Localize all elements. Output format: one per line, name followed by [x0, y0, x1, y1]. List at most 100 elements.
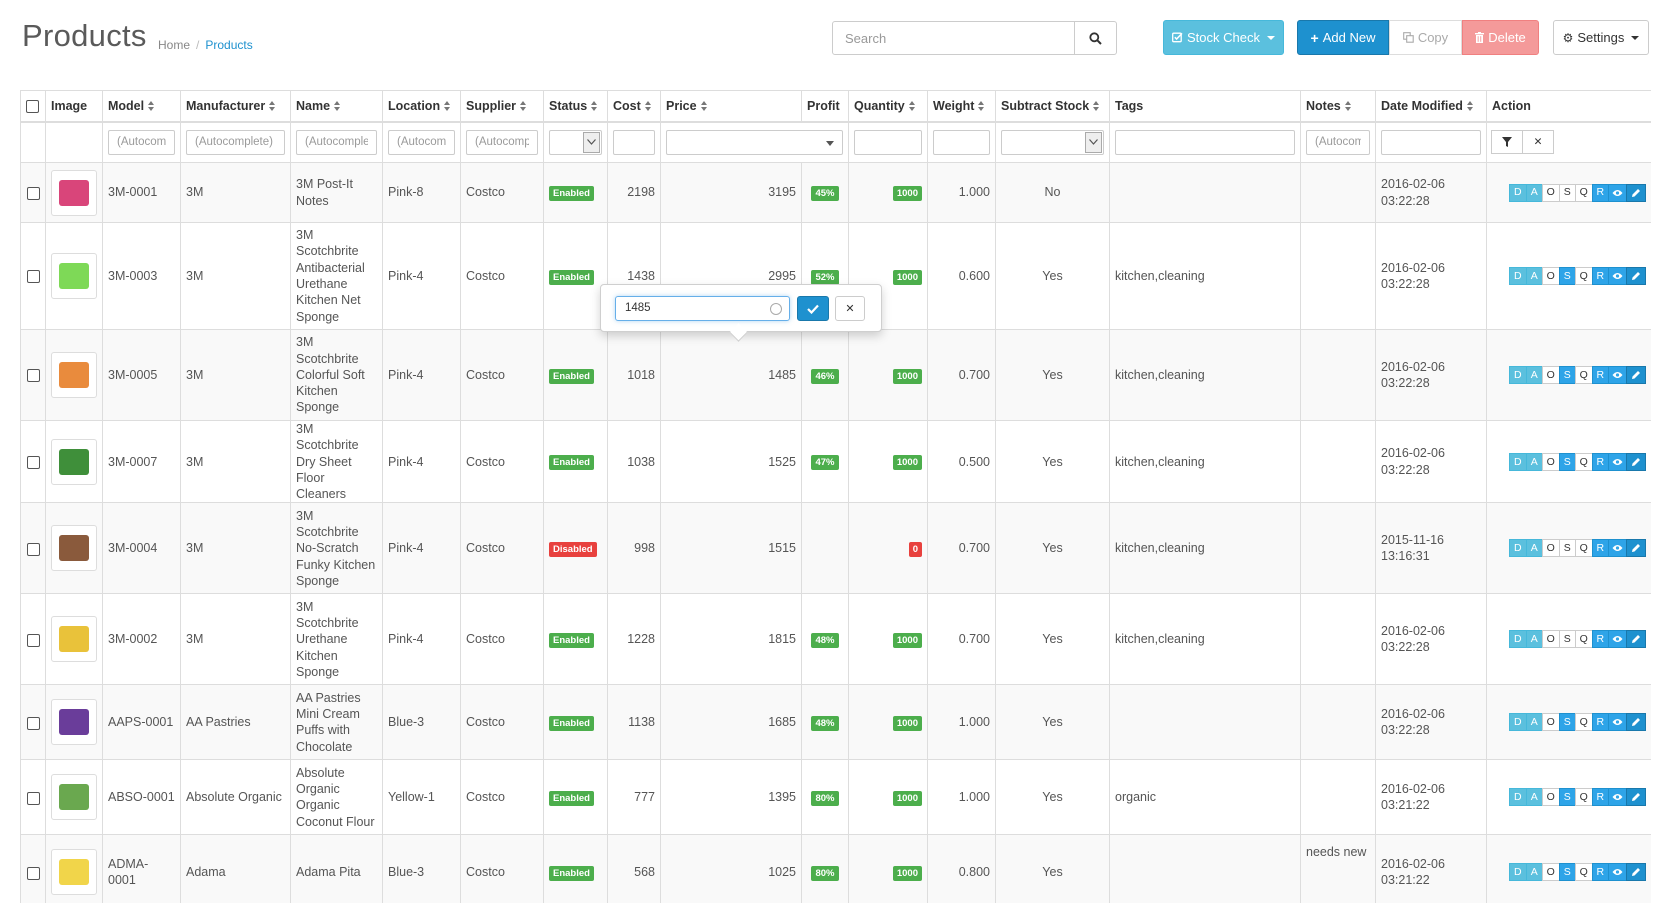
filter-weight-input[interactable]	[933, 129, 990, 155]
cell-model[interactable]: ABSO-0001	[102, 759, 181, 836]
cell-notes[interactable]	[1300, 593, 1376, 686]
cell-name[interactable]: 3M Post-It Notes	[290, 162, 383, 223]
edit-button[interactable]	[1626, 539, 1646, 558]
action-d-button[interactable]: D	[1509, 267, 1527, 285]
cell-status[interactable]: Enabled	[543, 419, 608, 504]
action-q-button[interactable]: Q	[1575, 183, 1593, 202]
cell-subtract-stock[interactable]: Yes	[995, 502, 1110, 595]
copy-button[interactable]: Copy	[1389, 20, 1462, 55]
cell-price[interactable]: 1525	[660, 419, 802, 504]
view-button[interactable]	[1608, 788, 1627, 807]
cell-quantity[interactable]: 1000	[848, 759, 928, 836]
view-button[interactable]	[1608, 366, 1627, 384]
col-notes[interactable]: Notes	[1300, 90, 1376, 123]
action-r-button[interactable]: R	[1591, 452, 1609, 471]
row-checkbox[interactable]	[26, 791, 40, 805]
cell-cost[interactable]: 568	[607, 834, 661, 903]
action-q-button[interactable]: Q	[1575, 713, 1593, 732]
col-manufacturer[interactable]: Manufacturer	[180, 90, 291, 123]
cell-model[interactable]: ADMA-0001	[102, 834, 181, 903]
cell-notes[interactable]	[1300, 162, 1376, 223]
action-q-button[interactable]: Q	[1575, 630, 1593, 649]
view-button[interactable]	[1608, 452, 1627, 471]
breadcrumb-current[interactable]: Products	[205, 38, 252, 52]
action-q-button[interactable]: Q	[1575, 366, 1593, 384]
cell-tags[interactable]	[1109, 684, 1301, 761]
cell-location[interactable]: Pink-4	[382, 222, 461, 330]
cell-quantity[interactable]: 1000	[848, 162, 928, 223]
action-d-button[interactable]: D	[1509, 630, 1527, 649]
action-d-button[interactable]: D	[1509, 539, 1527, 558]
cell-weight[interactable]: 1.000	[927, 759, 996, 836]
cell-status[interactable]: Enabled	[543, 162, 608, 223]
action-s-button[interactable]: S	[1558, 267, 1576, 285]
cell-manufacturer[interactable]: Adama	[180, 834, 291, 903]
cell-tags[interactable]: organic	[1109, 759, 1301, 836]
inline-edit-cancel-button[interactable]: ✕	[835, 296, 865, 321]
cell-notes[interactable]	[1300, 419, 1376, 504]
cell-location[interactable]: Pink-4	[382, 593, 461, 686]
col-name[interactable]: Name	[290, 90, 383, 123]
row-checkbox[interactable]	[26, 633, 40, 647]
action-o-button[interactable]: O	[1542, 788, 1560, 807]
cell-quantity[interactable]: 1000	[848, 419, 928, 504]
search-button[interactable]	[1074, 22, 1116, 54]
cell-manufacturer[interactable]: 3M	[180, 593, 291, 686]
cell-name[interactable]: 3M Scotchbrite Urethane Kitchen Sponge	[290, 593, 383, 686]
cell-notes[interactable]	[1300, 502, 1376, 595]
cell-supplier[interactable]: Costco	[460, 419, 544, 504]
cell-status[interactable]: Enabled	[543, 593, 608, 686]
cell-quantity[interactable]: 0	[848, 502, 928, 595]
cell-status[interactable]: Enabled	[543, 684, 608, 761]
view-button[interactable]	[1608, 539, 1627, 558]
edit-button[interactable]	[1626, 630, 1646, 649]
cell-subtract-stock[interactable]: Yes	[995, 684, 1110, 761]
add-new-button[interactable]: + Add New	[1297, 20, 1389, 55]
action-a-button[interactable]: A	[1525, 788, 1543, 807]
filter-status-select[interactable]	[549, 129, 602, 155]
cell-subtract-stock[interactable]: Yes	[995, 834, 1110, 903]
inline-edit-save-button[interactable]	[797, 296, 829, 321]
view-button[interactable]	[1608, 863, 1627, 882]
cell-quantity[interactable]: 1000	[848, 684, 928, 761]
action-r-button[interactable]: R	[1591, 863, 1609, 882]
action-o-button[interactable]: O	[1542, 183, 1560, 202]
cell-location[interactable]: Blue-3	[382, 684, 461, 761]
filter-supplier-input[interactable]	[466, 129, 538, 155]
action-s-button[interactable]: S	[1558, 183, 1576, 202]
action-q-button[interactable]: Q	[1575, 452, 1593, 471]
product-thumbnail[interactable]	[51, 253, 97, 299]
filter-quantity-input[interactable]	[854, 129, 922, 155]
edit-button[interactable]	[1626, 863, 1646, 882]
filter-manufacturer-input[interactable]	[186, 129, 285, 155]
cell-supplier[interactable]: Costco	[460, 834, 544, 903]
product-thumbnail[interactable]	[51, 774, 97, 821]
stock-check-button[interactable]: Stock Check	[1163, 20, 1284, 55]
cell-supplier[interactable]: Costco	[460, 222, 544, 330]
cell-price[interactable]: 1395	[660, 759, 802, 836]
action-r-button[interactable]: R	[1591, 539, 1609, 558]
cell-weight[interactable]: 0.700	[927, 329, 996, 421]
cell-name[interactable]: Absolute Organic Organic Coconut Flour	[290, 759, 383, 836]
row-checkbox[interactable]	[26, 866, 40, 880]
cell-manufacturer[interactable]: 3M	[180, 222, 291, 330]
row-checkbox[interactable]	[26, 369, 40, 383]
action-o-button[interactable]: O	[1542, 539, 1560, 558]
action-r-button[interactable]: R	[1591, 183, 1609, 202]
cell-supplier[interactable]: Costco	[460, 684, 544, 761]
cell-subtract-stock[interactable]: No	[995, 162, 1110, 223]
cell-model[interactable]: 3M-0002	[102, 593, 181, 686]
cell-manufacturer[interactable]: AA Pastries	[180, 684, 291, 761]
cell-tags[interactable]: kitchen,cleaning	[1109, 222, 1301, 330]
cell-tags[interactable]: kitchen,cleaning	[1109, 593, 1301, 686]
cell-status[interactable]: Enabled	[543, 759, 608, 836]
cell-name[interactable]: 3M Scotchbrite Colorful Soft Kitchen Spo…	[290, 329, 383, 421]
cell-price[interactable]: 3195	[660, 162, 802, 223]
action-a-button[interactable]: A	[1525, 183, 1543, 202]
cell-weight[interactable]: 0.800	[927, 834, 996, 903]
product-thumbnail[interactable]	[51, 525, 97, 572]
cell-cost[interactable]: 1228	[607, 593, 661, 686]
product-thumbnail[interactable]	[51, 699, 97, 746]
cell-notes[interactable]	[1300, 329, 1376, 421]
col-cost[interactable]: Cost	[607, 90, 661, 123]
